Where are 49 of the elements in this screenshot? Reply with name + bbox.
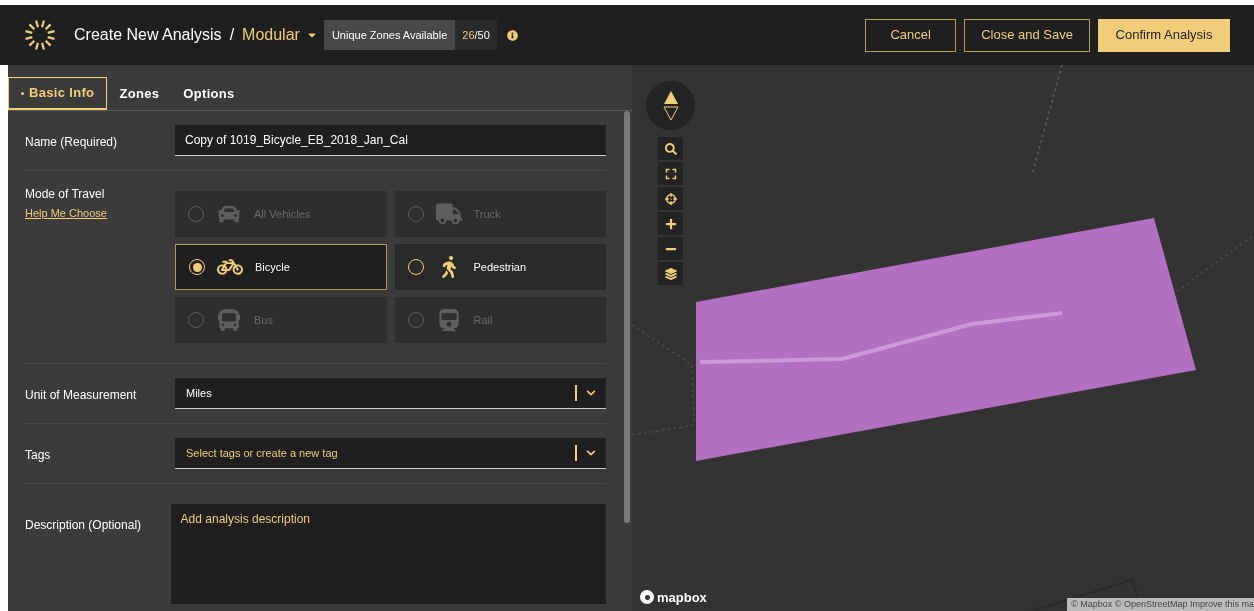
breadcrumb-separator: / xyxy=(229,25,235,45)
map-control-button[interactable] xyxy=(658,162,683,185)
chevron-down-icon xyxy=(586,388,596,398)
field-label: Description (Optional) xyxy=(25,518,142,532)
compass-button[interactable] xyxy=(646,81,695,130)
mapbox-logo-icon xyxy=(640,590,654,605)
field-label: Name (Required) xyxy=(25,134,118,149)
info-icon[interactable] xyxy=(506,29,518,41)
tab[interactable]: Basic Info xyxy=(8,77,108,110)
compass-icon xyxy=(662,90,679,121)
chevron-down-icon xyxy=(586,448,596,458)
truck-icon xyxy=(435,203,462,225)
action-button[interactable]: Cancel xyxy=(865,18,957,52)
map-control-button[interactable] xyxy=(658,262,683,285)
map-control-button[interactable] xyxy=(658,137,683,160)
map-control-button[interactable] xyxy=(658,237,683,260)
layers-icon xyxy=(664,267,677,280)
zones-count: 26/50 xyxy=(455,20,497,50)
action-button[interactable]: Close and Save xyxy=(964,18,1090,52)
confirm-button[interactable]: Confirm Analysis xyxy=(1098,18,1230,52)
description-field[interactable]: Add analysis description xyxy=(170,504,606,604)
map-attribution[interactable]: © Mapbox © OpenStreetMap Improve this ma xyxy=(1067,597,1254,611)
locate-icon xyxy=(664,192,677,205)
sunburst-logo-icon xyxy=(24,19,56,51)
name-input[interactable]: Copy of 1019_Bicycle_EB_2018_Jan_Cal xyxy=(175,125,606,156)
zones-label: Unique Zones Available xyxy=(323,20,456,50)
bus-icon xyxy=(216,309,242,331)
map-control-button[interactable] xyxy=(658,187,683,210)
analysis-type-dropdown[interactable]: Modular xyxy=(242,23,318,47)
car-icon xyxy=(216,203,242,225)
fullscreen-icon xyxy=(664,167,677,180)
zone-area[interactable] xyxy=(696,218,1196,461)
page-title: Create New Analysis xyxy=(74,25,222,45)
tab[interactable]: Zones xyxy=(107,77,172,110)
tags-select[interactable]: Select tags or create a new tag xyxy=(175,438,606,469)
tab[interactable]: Options xyxy=(171,77,247,110)
unit-select[interactable]: Miles xyxy=(175,378,606,409)
field-label: Mode of Travel xyxy=(25,186,106,203)
scrollbar-thumb[interactable] xyxy=(624,111,630,523)
field-label: Unit of Measurement xyxy=(25,387,137,402)
map-control-button[interactable] xyxy=(658,212,683,235)
help-link[interactable]: Help Me Choose xyxy=(25,205,175,222)
field-label: Tags xyxy=(25,447,51,462)
search-icon xyxy=(664,142,677,155)
travel-mode-option[interactable]: Pedestrian xyxy=(394,244,606,290)
bicycle-icon xyxy=(217,256,243,278)
travel-mode-option[interactable]: Bicycle xyxy=(175,244,387,290)
zoom-in-icon xyxy=(664,217,677,230)
map-logo-text: mapbox xyxy=(657,588,707,607)
